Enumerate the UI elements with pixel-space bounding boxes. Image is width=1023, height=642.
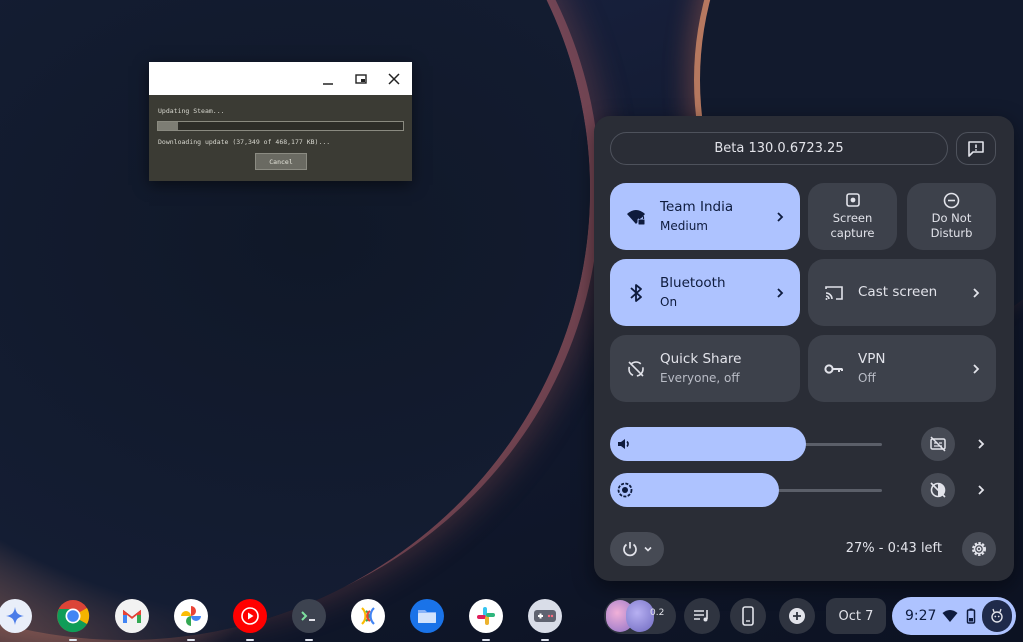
tile-quick-share[interactable]: Quick Share Everyone, off [610, 335, 800, 402]
terminal-app-icon[interactable] [292, 599, 326, 641]
update-status-text: Updating Steam... [158, 107, 225, 115]
status-tray[interactable]: 9:27 [892, 597, 1016, 635]
tile-label-line2: capture [830, 226, 875, 240]
slack-app-icon[interactable] [469, 599, 503, 641]
chevron-right-icon[interactable] [774, 211, 786, 223]
tile-screen-capture[interactable]: Screen capture [808, 183, 897, 250]
tile-title: VPN [858, 351, 886, 367]
chevron-right-icon[interactable] [974, 437, 988, 451]
tile-label-line2: Disturb [930, 226, 973, 240]
screen-capture-icon [844, 191, 862, 209]
quick-settings-panel: Beta 130.0.6723.25 Team India Medium Scr… [594, 116, 1014, 581]
clock: 9:27 [905, 608, 937, 624]
brightness-slider[interactable] [610, 473, 882, 507]
tile-label-line1: Do Not [931, 211, 972, 225]
avatar-icon [991, 608, 1003, 623]
chevron-right-icon[interactable] [774, 287, 786, 299]
volume-slider[interactable] [610, 427, 882, 461]
captions-off-icon [930, 436, 946, 452]
tile-subtitle: Everyone, off [660, 371, 740, 385]
chrome-app-icon[interactable] [56, 599, 90, 641]
tile-subtitle: On [660, 295, 678, 309]
chevron-right-icon[interactable] [974, 483, 988, 497]
do-not-disturb-icon [943, 191, 961, 209]
volume-icon [618, 439, 629, 449]
steam-games-app-icon[interactable] [528, 599, 562, 641]
tile-title: Quick Share [660, 351, 742, 367]
power-button[interactable] [610, 532, 664, 566]
close-icon[interactable] [385, 70, 403, 88]
plus-circle-icon [789, 608, 805, 624]
window-titlebar[interactable] [149, 62, 412, 95]
tile-title: Cast screen [858, 284, 938, 300]
youtube-music-app-icon[interactable] [233, 599, 267, 641]
slider-fill [610, 473, 779, 507]
chevron-down-icon [644, 546, 652, 552]
tile-bluetooth[interactable]: Bluetooth On [610, 259, 800, 326]
photos-app-icon[interactable] [174, 599, 208, 641]
update-detail-text: Downloading update (37,349 of 468,177 KB… [158, 138, 331, 146]
wifi-icon [942, 610, 958, 622]
gemini-app-icon[interactable] [0, 599, 32, 633]
tile-do-not-disturb[interactable]: Do Not Disturb [907, 183, 996, 250]
gmail-app-icon[interactable] [115, 599, 149, 633]
feedback-button[interactable] [956, 132, 996, 165]
battery-icon [966, 608, 976, 624]
vpn-key-icon [824, 359, 844, 379]
settings-gear-icon [972, 542, 986, 556]
wifi-lock-icon [626, 207, 646, 227]
quick-share-icon [626, 359, 646, 379]
update-progress-bar [157, 121, 404, 131]
holding-space-pod[interactable]: 0.2 [604, 598, 676, 634]
battery-status[interactable]: 27% - 0:43 left [846, 541, 942, 556]
settings-button[interactable] [962, 532, 996, 566]
cast-icon [824, 283, 844, 303]
media-queue-icon [694, 610, 708, 622]
power-icon [623, 542, 637, 557]
cancel-button[interactable]: Cancel [255, 153, 307, 170]
tile-cast-screen[interactable]: Cast screen [808, 259, 996, 326]
media-controls-button[interactable] [684, 598, 720, 634]
tile-subtitle: Medium [660, 219, 708, 233]
slider-fill [610, 427, 806, 461]
bluetooth-icon [626, 283, 646, 303]
files-app-icon[interactable] [410, 599, 444, 633]
add-button[interactable] [779, 598, 815, 634]
account-avatar[interactable] [982, 600, 1012, 632]
tile-title: Bluetooth [660, 275, 726, 291]
restore-icon[interactable] [352, 70, 370, 88]
phone-hub-button[interactable] [730, 598, 766, 634]
phone-icon [742, 606, 754, 626]
progress-fill [158, 122, 178, 130]
tile-label-line1: Screen [832, 211, 873, 225]
pod-badge: 0.2 [650, 608, 665, 618]
steam-update-window: Updating Steam... Downloading update (37… [149, 62, 412, 181]
shelf: 0.2 Oct 7 9:27 [0, 592, 1023, 642]
tile-subtitle: Off [858, 371, 876, 385]
tile-network[interactable]: Team India Medium [610, 183, 800, 250]
brightness-icon [617, 482, 633, 498]
feedback-icon [968, 140, 984, 157]
tile-title: Team India [660, 199, 734, 215]
tile-vpn[interactable]: VPN Off [808, 335, 996, 402]
captions-toggle[interactable] [921, 427, 955, 461]
version-pill[interactable]: Beta 130.0.6723.25 [610, 132, 948, 165]
chevron-right-icon[interactable] [970, 287, 982, 299]
night-light-toggle[interactable] [921, 473, 955, 507]
minimize-icon[interactable] [319, 70, 337, 88]
kdeconnect-app-icon[interactable] [351, 599, 385, 633]
night-light-off-icon [930, 482, 946, 498]
chevron-right-icon[interactable] [970, 363, 982, 375]
date-tray[interactable]: Oct 7 [826, 598, 886, 634]
